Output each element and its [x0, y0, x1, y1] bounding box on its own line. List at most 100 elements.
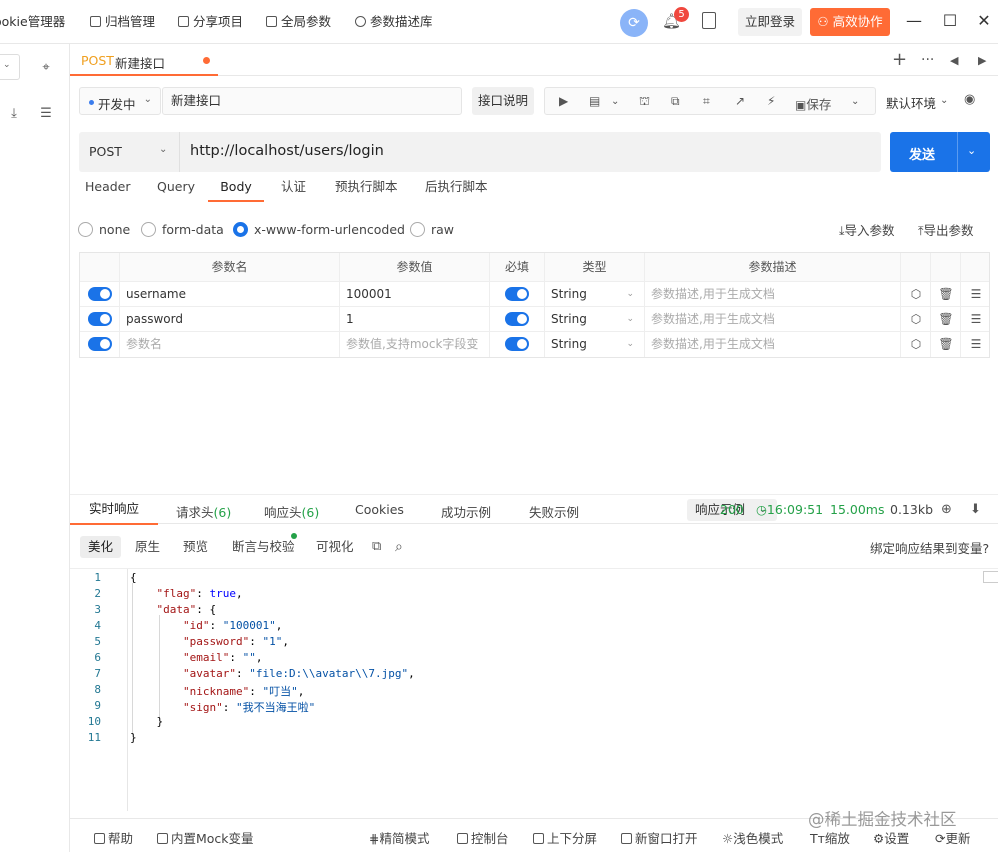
- project-selector[interactable]: ⌄: [0, 54, 20, 80]
- split-view-button[interactable]: 上下分屏: [533, 828, 597, 847]
- code-icon[interactable]: ⌗: [703, 94, 710, 109]
- login-button[interactable]: 立即登录: [738, 8, 802, 36]
- type-select[interactable]: String ⌄: [544, 282, 644, 306]
- tab-share[interactable]: 分享项目: [178, 11, 243, 33]
- tab-raw[interactable]: 原生: [135, 536, 160, 558]
- url-input[interactable]: http://localhost/users/login: [190, 143, 384, 159]
- cube-icon[interactable]: ⬡: [901, 282, 930, 306]
- export-params-button[interactable]: ⤒导出参数: [918, 220, 974, 239]
- drag-handle-icon[interactable]: ☰: [961, 332, 991, 356]
- radio-raw[interactable]: raw: [410, 221, 454, 239]
- globe-icon[interactable]: ⊕: [941, 502, 952, 517]
- required-toggle[interactable]: [505, 312, 529, 326]
- mock-vars-button[interactable]: 内置Mock变量: [157, 828, 254, 847]
- minimize-icon[interactable]: —: [904, 11, 924, 31]
- chevron-down-icon[interactable]: ⌄: [611, 96, 619, 107]
- tab-auth[interactable]: 认证: [281, 178, 306, 202]
- param-desc[interactable]: 参数描述,用于生成文档: [644, 282, 900, 306]
- status-select[interactable]: 开发中 ⌄: [79, 87, 161, 115]
- tab-body[interactable]: Body: [208, 178, 264, 202]
- cube-icon[interactable]: ⬡: [901, 307, 930, 331]
- eye-icon[interactable]: ◉: [964, 92, 975, 107]
- param-desc[interactable]: 参数描述,用于生成文档: [644, 307, 900, 331]
- copy-icon[interactable]: ⧉: [671, 94, 680, 109]
- env-select[interactable]: 默认环境 ⌄ ◉: [878, 87, 990, 115]
- enable-toggle[interactable]: [88, 337, 112, 351]
- zoom-button[interactable]: Tт缩放: [810, 828, 850, 847]
- trash-icon[interactable]: 🗑︎: [931, 307, 960, 331]
- radio-none[interactable]: none: [78, 221, 130, 239]
- tab-cookie-manager[interactable]: ookie管理器: [0, 11, 65, 33]
- indent-icon[interactable]: ☰: [38, 106, 54, 122]
- param-value[interactable]: 100001: [339, 282, 489, 306]
- lock-icon[interactable]: ⛫: [639, 94, 650, 110]
- more-icon[interactable]: ···: [921, 52, 934, 68]
- plus-icon[interactable]: +: [892, 49, 907, 70]
- tab-assertions[interactable]: 断言与校验: [232, 536, 295, 558]
- type-select[interactable]: String ⌄: [544, 307, 644, 331]
- tab-query[interactable]: Query: [157, 178, 195, 202]
- radio-urlencoded[interactable]: x-www-form-urlencoded: [233, 221, 405, 239]
- copy-icon[interactable]: ⧉: [372, 536, 381, 558]
- chevron-down-icon[interactable]: ⌄: [967, 144, 976, 157]
- tab-response-headers[interactable]: 响应头(6): [264, 502, 319, 521]
- required-toggle[interactable]: [505, 287, 529, 301]
- tab-post-script[interactable]: 后执行脚本: [425, 178, 488, 202]
- light-mode-button[interactable]: ☼浅色模式: [722, 828, 783, 847]
- drag-handle-icon[interactable]: ☰: [961, 307, 991, 331]
- param-desc[interactable]: 参数描述,用于生成文档: [644, 332, 900, 357]
- enable-toggle[interactable]: [88, 287, 112, 301]
- param-value[interactable]: 参数值,支持mock字段变: [339, 332, 489, 357]
- chevron-down-icon[interactable]: ⌄: [851, 96, 859, 107]
- locate-icon[interactable]: ⌖: [38, 60, 54, 76]
- collab-button[interactable]: ⚇ 高效协作: [810, 8, 890, 36]
- tab-global-params[interactable]: 全局参数: [266, 11, 331, 33]
- export-icon[interactable]: ⚡: [767, 94, 775, 108]
- param-name[interactable]: 参数名: [119, 332, 339, 357]
- api-doc-button[interactable]: 接口说明: [472, 87, 534, 115]
- notes-icon[interactable]: [702, 12, 716, 29]
- console-button[interactable]: 控制台: [457, 828, 509, 847]
- tab-visualize[interactable]: 可视化: [316, 536, 354, 558]
- settings-button[interactable]: ⚙设置: [873, 828, 909, 847]
- share-icon[interactable]: ↗: [735, 94, 745, 108]
- tab-success-example[interactable]: 成功示例: [441, 502, 491, 521]
- response-code-view[interactable]: 1 2 3 4 5 6 7 8 9 10 11 { "flag": true, …: [70, 568, 998, 811]
- send-button[interactable]: 发送 ⌄: [890, 132, 990, 172]
- new-window-button[interactable]: 新窗口打开: [621, 828, 698, 847]
- trash-icon[interactable]: 🗑︎: [931, 332, 960, 356]
- help-button[interactable]: 帮助: [94, 828, 133, 847]
- next-tab-icon[interactable]: ▶: [978, 54, 986, 67]
- request-tab[interactable]: POST 新建接口: [70, 44, 218, 76]
- close-icon[interactable]: ✕: [974, 11, 994, 31]
- tab-pre-script[interactable]: 预执行脚本: [335, 178, 398, 202]
- tab-header[interactable]: Header: [85, 178, 131, 202]
- param-value[interactable]: 1: [339, 307, 489, 331]
- maximize-icon[interactable]: ☐: [940, 11, 960, 31]
- tab-live-response[interactable]: 实时响应: [70, 495, 158, 525]
- scrollbar[interactable]: [983, 571, 998, 583]
- tab-preview[interactable]: 预览: [183, 536, 208, 558]
- prev-tab-icon[interactable]: ◀: [950, 54, 958, 67]
- bind-result-link[interactable]: 绑定响应结果到变量?: [870, 538, 989, 557]
- save-button[interactable]: ▣保存: [795, 94, 831, 113]
- record-icon[interactable]: ▤: [589, 94, 600, 108]
- param-name[interactable]: password: [119, 307, 339, 331]
- enable-toggle[interactable]: [88, 312, 112, 326]
- compact-mode-button[interactable]: ⋕精简模式: [369, 828, 430, 847]
- search-icon[interactable]: ⌕: [395, 536, 403, 558]
- required-toggle[interactable]: [505, 337, 529, 351]
- tab-fail-example[interactable]: 失败示例: [529, 502, 579, 521]
- sync-icon[interactable]: ⟳: [620, 9, 648, 37]
- type-select[interactable]: String ⌄: [544, 332, 644, 357]
- trash-icon[interactable]: 🗑︎: [931, 282, 960, 306]
- cube-icon[interactable]: ⬡: [901, 332, 930, 356]
- drag-handle-icon[interactable]: ☰: [961, 282, 991, 306]
- param-name[interactable]: username: [119, 282, 339, 306]
- tab-pretty[interactable]: 美化: [80, 536, 122, 558]
- tab-cookies[interactable]: Cookies: [355, 502, 404, 517]
- radio-form-data[interactable]: form-data: [141, 221, 224, 239]
- play-icon[interactable]: ▶: [559, 94, 568, 108]
- tab-request-headers[interactable]: 请求头(6): [176, 502, 231, 521]
- tab-archive[interactable]: 归档管理: [90, 11, 155, 33]
